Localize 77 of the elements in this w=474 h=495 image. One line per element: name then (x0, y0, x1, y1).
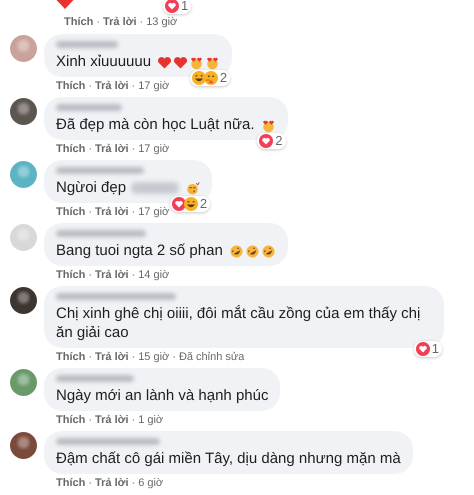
action-link[interactable]: Trả lời (95, 477, 129, 490)
heart-reaction-icon (259, 134, 274, 148)
separator-dot: · (132, 351, 136, 364)
blurred-name[interactable] (56, 375, 134, 382)
action-link[interactable]: Thích (56, 143, 86, 156)
separator-dot: · (88, 80, 92, 93)
separator-dot: · (88, 206, 92, 219)
laughing-face-icon (244, 244, 260, 259)
heart-icon (157, 54, 172, 70)
comment-text: Đã đẹp mà còn học Luật nữa. (56, 116, 255, 133)
timestamp: Đã chỉnh sửa (178, 351, 244, 364)
reaction-badge[interactable]: 1 (163, 0, 192, 14)
blurred-name[interactable] (56, 230, 146, 237)
separator-dot: · (172, 351, 176, 364)
separator-dot: · (88, 351, 92, 364)
avatar[interactable] (10, 98, 37, 125)
timestamp: 17 giờ (138, 206, 170, 219)
action-link[interactable]: Thích (64, 16, 94, 29)
comment-text: Ngày mới an lành và hạnh phúc (56, 387, 268, 404)
comment-text: Chị xinh ghê chị oiiii, đôi mắt cầu zồng của em thấy chị ăn giải cao (56, 305, 420, 341)
timestamp: 15 giờ (138, 351, 170, 364)
blurred-mention[interactable] (131, 182, 180, 194)
laughing-face-icon (228, 244, 244, 259)
heart-icon (173, 54, 188, 70)
comment-text: Bang tuoi ngta 2 số phan (56, 242, 223, 259)
separator-dot: · (140, 16, 144, 29)
avatar[interactable] (10, 432, 37, 459)
action-link[interactable]: Thích (56, 269, 86, 282)
separator-dot: · (132, 206, 136, 219)
timestamp: 14 giờ (138, 269, 170, 282)
blurred-name[interactable] (56, 293, 176, 300)
action-link[interactable]: Trả lời (95, 143, 129, 156)
action-link[interactable]: Trả lời (95, 206, 129, 219)
reaction-badge[interactable]: 2 (170, 196, 210, 212)
reaction-badge[interactable]: 2 (257, 133, 286, 149)
separator-dot: · (88, 143, 92, 156)
action-link[interactable]: Thích (56, 80, 86, 93)
heart-reaction-icon (416, 342, 430, 356)
blurred-name[interactable] (56, 167, 144, 174)
separator-dot: · (132, 477, 136, 490)
separator-dot: · (88, 477, 92, 490)
separator-dot: · (88, 269, 92, 282)
timestamp: 17 giờ (138, 143, 170, 156)
action-link[interactable]: Thích (56, 414, 86, 427)
heart-reaction-icon (172, 197, 186, 211)
separator-dot: · (132, 80, 136, 93)
action-link[interactable]: Thích (56, 206, 86, 219)
action-link[interactable]: Trả lời (95, 351, 129, 364)
comment-text: Ngừoi đẹp (56, 179, 126, 196)
separator-dot: · (88, 414, 92, 427)
reaction-badge[interactable]: 1 (414, 341, 442, 357)
timestamp: 17 giờ (138, 80, 170, 93)
separator-dot: · (132, 143, 136, 156)
comment-text: Đậm chất cô gái miền Tây, dịu dàng nhưng mặn mà (56, 450, 401, 467)
action-link[interactable]: Trả lời (95, 414, 129, 427)
blurred-name[interactable] (56, 438, 160, 445)
action-link[interactable]: Trả lời (95, 269, 129, 282)
action-link[interactable]: Trả lời (103, 16, 137, 29)
action-link[interactable]: Thích (56, 351, 86, 364)
timestamp: 1 giờ (138, 414, 164, 427)
action-link[interactable]: Thích (56, 477, 86, 490)
avatar[interactable] (10, 287, 37, 314)
blurred-name[interactable] (56, 41, 118, 48)
separator-dot: · (132, 414, 136, 427)
hugging-reaction-icon (204, 71, 218, 85)
comment-text: Xinh xỉuuuuuu (56, 53, 152, 70)
reaction-badge[interactable]: 2 (190, 70, 230, 86)
timestamp: 6 giờ (138, 477, 164, 490)
laughing-face-icon (260, 244, 276, 259)
separator-dot: · (132, 269, 136, 282)
laughing-reaction-icon (192, 71, 206, 85)
timestamp: 13 giờ (146, 16, 178, 29)
action-link[interactable]: Trả lời (95, 80, 129, 93)
laughing-reaction-icon (184, 197, 198, 211)
kissing-face-icon (185, 180, 200, 196)
separator-dot: · (96, 16, 100, 29)
blurred-name[interactable] (56, 104, 122, 111)
